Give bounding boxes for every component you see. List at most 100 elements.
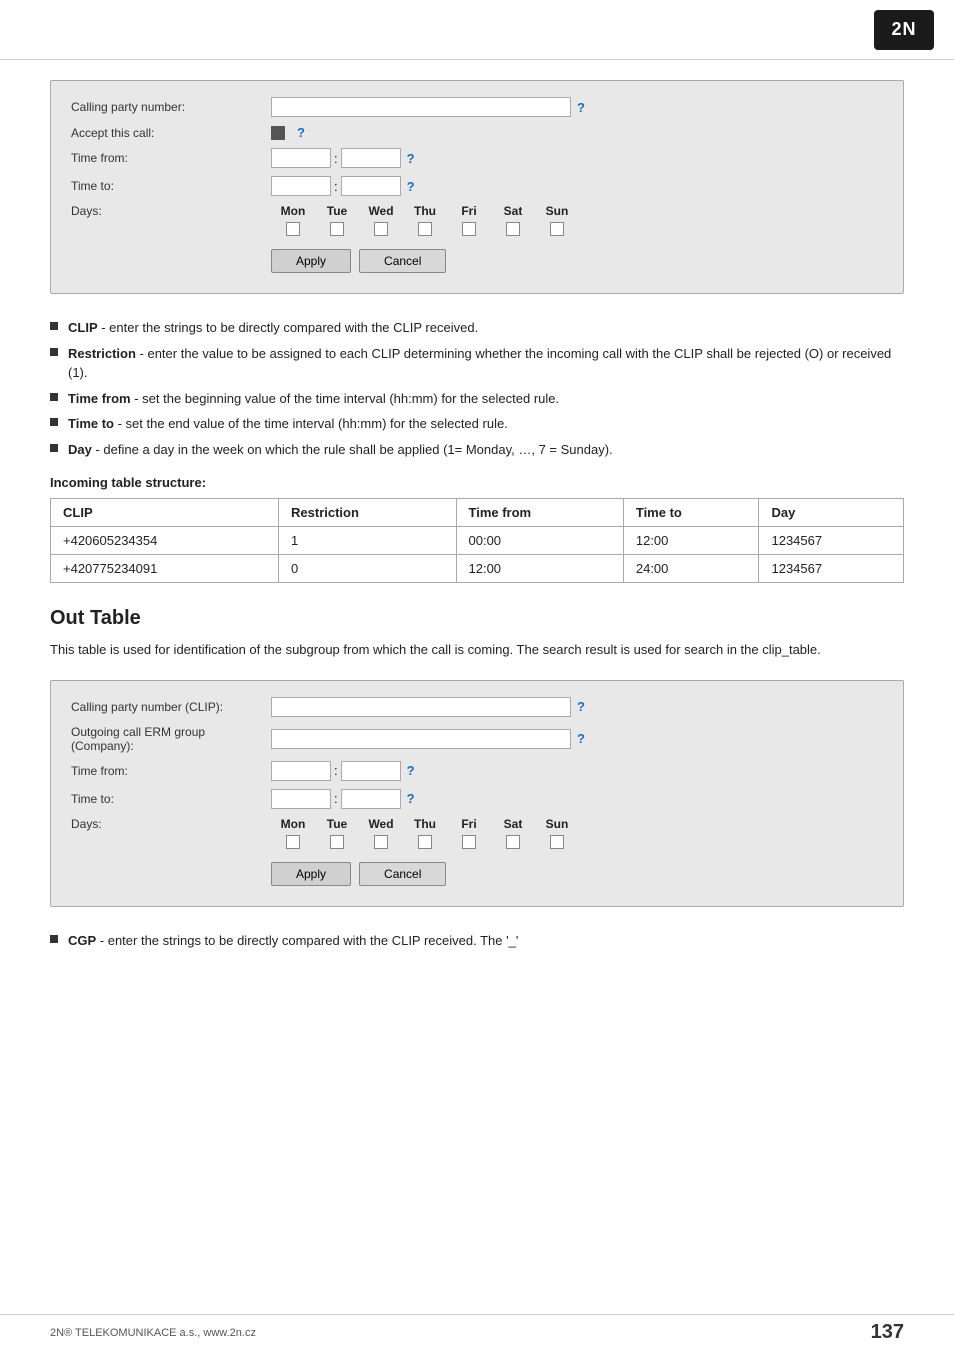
label-calling-party-clip: Calling party number (CLIP): [71, 700, 271, 714]
day-header-sun-2: Sun [535, 817, 579, 831]
control-time-from-2: : ? [271, 761, 883, 781]
apply-button-1[interactable]: Apply [271, 249, 351, 273]
checkbox-thu-1[interactable] [418, 222, 432, 236]
td-time-to-1: 12:00 [623, 527, 759, 555]
checkbox-sat-2[interactable] [506, 835, 520, 849]
bullet-text-time-to: Time to - set the end value of the time … [68, 414, 508, 434]
th-time-from: Time from [456, 499, 623, 527]
checkbox-mon-1[interactable] [286, 222, 300, 236]
checkbox-sun-2[interactable] [550, 835, 564, 849]
input-time-to-h-2[interactable] [271, 789, 331, 809]
input-time-from-h[interactable] [271, 148, 331, 168]
checkbox-wed-1[interactable] [374, 222, 388, 236]
checkbox-accept-call[interactable] [271, 126, 285, 140]
label-calling-party: Calling party number: [71, 100, 271, 114]
checkbox-fri-1[interactable] [462, 222, 476, 236]
help-icon-time-to[interactable]: ? [407, 179, 415, 194]
help-icon-erm-group[interactable]: ? [577, 731, 585, 746]
day-header-sat-1: Sat [491, 204, 535, 218]
colon-time-to: : [334, 179, 338, 194]
bullet-square-clip [50, 322, 58, 330]
bullet-time-to: Time to - set the end value of the time … [50, 414, 904, 434]
bullet-list-2: CGP - enter the strings to be directly c… [50, 931, 904, 951]
day-cb-mon-1 [271, 222, 315, 239]
out-table-heading: Out Table [50, 607, 904, 630]
checkbox-fri-2[interactable] [462, 835, 476, 849]
td-time-from-1: 00:00 [456, 527, 623, 555]
table-row: +420775234091 0 12:00 24:00 1234567 [51, 555, 904, 583]
checkbox-sun-1[interactable] [550, 222, 564, 236]
footer-left: 2N® TELEKOMUNIKACE a.s., www.2n.cz [50, 1327, 256, 1339]
input-time-from-m-2[interactable] [341, 761, 401, 781]
logo: 2N [874, 10, 934, 50]
help-icon-calling-party[interactable]: ? [577, 100, 585, 115]
bullet-clip: CLIP - enter the strings to be directly … [50, 318, 904, 338]
bullet-text-time-from: Time from - set the beginning value of t… [68, 389, 559, 409]
control-calling-party: ? [271, 97, 883, 117]
day-header-wed-2: Wed [359, 817, 403, 831]
input-calling-party[interactable] [271, 97, 571, 117]
control-calling-party-clip: ? [271, 697, 883, 717]
top-bar: 2N [0, 0, 954, 60]
days-header-row-2: Days: Mon Tue Wed Thu Fri Sat Sun [71, 817, 883, 831]
bullet-square-restriction [50, 348, 58, 356]
checkbox-sat-1[interactable] [506, 222, 520, 236]
help-icon-time-from-2[interactable]: ? [407, 763, 415, 778]
input-calling-party-clip[interactable] [271, 697, 571, 717]
day-header-tue-1: Tue [315, 204, 359, 218]
day-header-fri-2: Fri [447, 817, 491, 831]
cancel-button-2[interactable]: Cancel [359, 862, 446, 886]
checkbox-thu-2[interactable] [418, 835, 432, 849]
day-cb-thu-1 [403, 222, 447, 239]
day-header-tue-2: Tue [315, 817, 359, 831]
th-day: Day [759, 499, 904, 527]
help-icon-time-from[interactable]: ? [407, 151, 415, 166]
help-icon-time-to-2[interactable]: ? [407, 791, 415, 806]
th-time-to: Time to [623, 499, 759, 527]
label-time-from-2: Time from: [71, 764, 271, 778]
day-cb-mon-2 [271, 835, 315, 852]
label-time-to-2: Time to: [71, 792, 271, 806]
label-days-2: Days: [71, 817, 271, 831]
row-calling-party-clip: Calling party number (CLIP): ? [71, 697, 883, 717]
day-cb-sat-1 [491, 222, 535, 239]
cancel-button-1[interactable]: Cancel [359, 249, 446, 273]
bullet-text-restriction: Restriction - enter the value to be assi… [68, 344, 904, 383]
input-time-to-m-2[interactable] [341, 789, 401, 809]
th-clip: CLIP [51, 499, 279, 527]
th-restriction: Restriction [279, 499, 456, 527]
bullet-text-day: Day - define a day in the week on which … [68, 440, 613, 460]
input-time-to-m[interactable] [341, 176, 401, 196]
bullet-cgp: CGP - enter the strings to be directly c… [50, 931, 904, 951]
input-time-from-m[interactable] [341, 148, 401, 168]
checkbox-mon-2[interactable] [286, 835, 300, 849]
day-cb-sun-2 [535, 835, 579, 852]
checkbox-wed-2[interactable] [374, 835, 388, 849]
bullet-day: Day - define a day in the week on which … [50, 440, 904, 460]
label-accept-call: Accept this call: [71, 126, 271, 140]
input-time-from-h-2[interactable] [271, 761, 331, 781]
day-header-wed-1: Wed [359, 204, 403, 218]
page-number: 137 [871, 1321, 904, 1344]
td-day-1: 1234567 [759, 527, 904, 555]
apply-button-2[interactable]: Apply [271, 862, 351, 886]
bullet-square-day [50, 444, 58, 452]
days-checkboxes-row-1 [71, 222, 883, 239]
checkbox-tue-1[interactable] [330, 222, 344, 236]
checkbox-tue-2[interactable] [330, 835, 344, 849]
input-time-to-h[interactable] [271, 176, 331, 196]
td-day-2: 1234567 [759, 555, 904, 583]
bullet-square-time-from [50, 393, 58, 401]
day-cb-tue-2 [315, 835, 359, 852]
help-icon-accept-call[interactable]: ? [297, 125, 305, 140]
days-checkboxes-row-2 [71, 835, 883, 852]
colon-time-from-2: : [334, 763, 338, 778]
day-cb-fri-1 [447, 222, 491, 239]
incoming-table: CLIP Restriction Time from Time to Day +… [50, 498, 904, 583]
input-erm-group[interactable] [271, 729, 571, 749]
day-cb-fri-2 [447, 835, 491, 852]
help-icon-calling-party-clip[interactable]: ? [577, 699, 585, 714]
day-cb-tue-1 [315, 222, 359, 239]
form-card-1: Calling party number: ? Accept this call… [50, 80, 904, 294]
td-time-from-2: 12:00 [456, 555, 623, 583]
